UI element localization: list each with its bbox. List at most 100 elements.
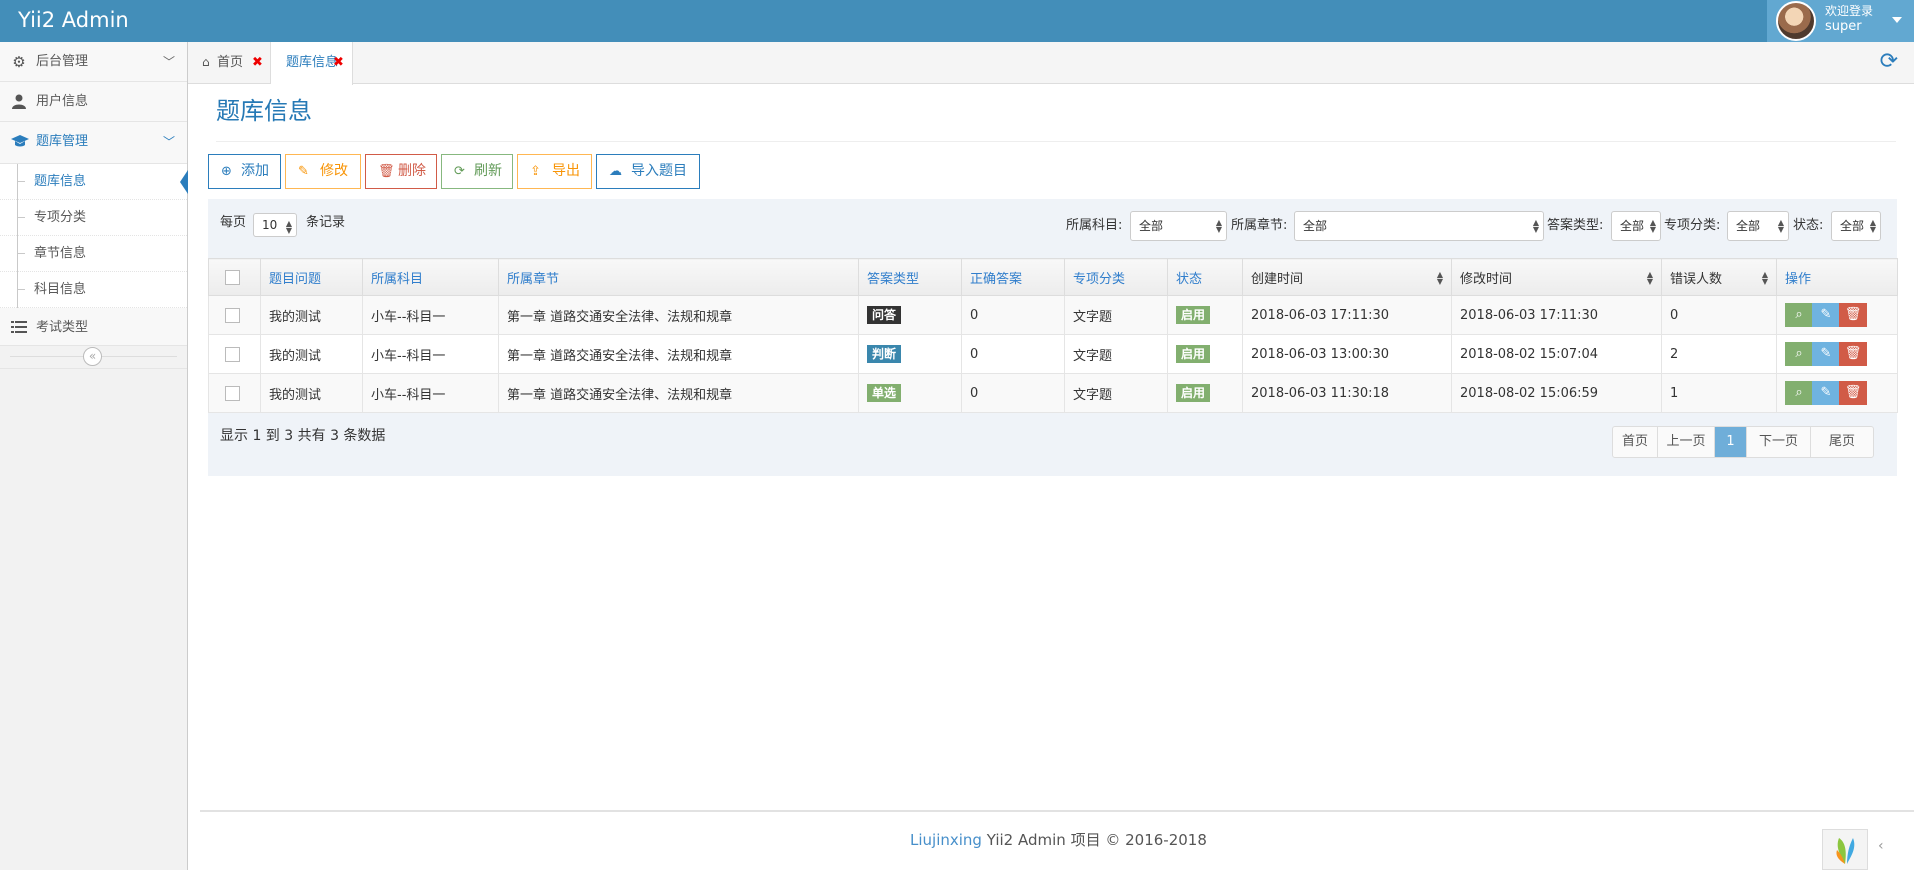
column-header[interactable]: 答案类型 bbox=[858, 258, 962, 296]
special-filter-label: 专项分类: bbox=[1664, 218, 1721, 233]
export-button[interactable]: ⇪ 导出 bbox=[517, 154, 592, 189]
row-checkbox[interactable] bbox=[225, 346, 240, 362]
subject-filter-label: 所属科目: bbox=[1066, 218, 1123, 233]
page-number-button[interactable]: 1 bbox=[1715, 427, 1747, 457]
cell-answer-type: 单选 bbox=[858, 373, 962, 413]
column-header-label: 错误人数 bbox=[1670, 271, 1723, 287]
column-header[interactable]: 正确答案 bbox=[961, 258, 1065, 296]
select-all-checkbox[interactable] bbox=[225, 269, 240, 285]
cell-correct-answer: 0 bbox=[961, 295, 1065, 335]
tab-label: 题库信息 bbox=[286, 55, 339, 70]
edit-button[interactable]: ✎ 修改 bbox=[285, 154, 361, 189]
cell-correct-answer: 0 bbox=[961, 373, 1065, 413]
sidebar-item-admin[interactable]: ⚙ 后台管理 ﹀ bbox=[0, 42, 187, 82]
cell-chapter: 第一章 道路交通安全法律、法规和规章 bbox=[498, 373, 859, 413]
user-menu[interactable]: 欢迎登录 super bbox=[1767, 0, 1914, 42]
table-row[interactable]: 我的测试 小车--科目一 第一章 道路交通安全法律、法规和规章 判断 0 文字题 启用 201… bbox=[208, 334, 1898, 374]
subject-filter-select[interactable]: 全部 ▲ ▼ bbox=[1130, 211, 1227, 241]
column-header-sortable[interactable]: 创建时间 ▲ ▼ bbox=[1242, 258, 1452, 296]
avatar[interactable] bbox=[1776, 1, 1816, 41]
tab-question-info[interactable]: 题库信息 ✖ bbox=[271, 42, 353, 85]
cell-modified: 2018-08-02 15:06:59 bbox=[1451, 373, 1662, 413]
cell-question: 我的测试 bbox=[260, 334, 363, 374]
cloud-upload-icon: ☁ bbox=[609, 164, 622, 179]
row-select-cell bbox=[208, 373, 261, 413]
delete-button[interactable]: 🗑 删除 bbox=[365, 154, 437, 189]
trash-icon[interactable]: 🗑 bbox=[1839, 303, 1867, 327]
chapter-filter-label: 所属章节: bbox=[1231, 218, 1288, 233]
submenu-label: 专项分类 bbox=[34, 210, 87, 225]
column-header-sortable[interactable]: 修改时间 ▲ ▼ bbox=[1451, 258, 1662, 296]
submenu-item-subject-info[interactable]: 科目信息 bbox=[0, 272, 187, 308]
trash-icon[interactable]: 🗑 bbox=[1839, 381, 1867, 405]
column-header[interactable]: 专项分类 bbox=[1064, 258, 1168, 296]
column-header[interactable]: 题目问题 bbox=[260, 258, 363, 296]
page-next-button[interactable]: 下一页 bbox=[1747, 427, 1811, 457]
trash-icon[interactable]: 🗑 bbox=[1839, 342, 1867, 366]
edit-icon[interactable]: ✎ bbox=[1812, 342, 1840, 366]
collapse-sidebar-button[interactable]: « bbox=[83, 347, 102, 366]
cell-chapter: 第一章 道路交通安全法律、法规和规章 bbox=[498, 295, 859, 335]
submenu-item-question-info[interactable]: 题库信息 bbox=[0, 164, 188, 200]
column-header[interactable]: 所属章节 bbox=[498, 258, 859, 296]
yii-logo[interactable] bbox=[1822, 829, 1868, 870]
table-row[interactable]: 我的测试 小车--科目一 第一章 道路交通安全法律、法规和规章 问答 0 文字题 启用 201… bbox=[208, 295, 1898, 335]
special-filter-select[interactable]: 全部 ▲ ▼ bbox=[1727, 211, 1789, 241]
per-page-select[interactable]: 10 ▲ ▼ bbox=[253, 213, 297, 237]
close-icon[interactable]: ✖ bbox=[333, 54, 344, 72]
column-header[interactable]: 状态 bbox=[1167, 258, 1243, 296]
tabs-bar: ⌂ 首页 ✖ 题库信息 ✖ ⟳ bbox=[188, 42, 1914, 85]
column-header[interactable]: 所属科目 bbox=[362, 258, 499, 296]
select-all-cell bbox=[208, 258, 261, 296]
sidebar-item-question-bank[interactable]: 题库管理 ﹀ bbox=[0, 122, 187, 164]
app-brand[interactable]: Yii2 Admin bbox=[18, 6, 129, 34]
row-checkbox[interactable] bbox=[225, 385, 240, 401]
footer-author-link[interactable]: Liujinxing bbox=[910, 831, 982, 849]
close-icon[interactable]: ✖ bbox=[252, 54, 263, 72]
chevron-down-icon: ﹀ bbox=[162, 55, 175, 69]
view-icon[interactable]: ⌕ bbox=[1785, 342, 1813, 366]
chevron-left-icon[interactable]: ‹ bbox=[1878, 838, 1884, 854]
add-button[interactable]: ⊕ 添加 bbox=[208, 154, 281, 189]
submenu-item-chapter-info[interactable]: 章节信息 bbox=[0, 236, 187, 272]
caret-down-icon[interactable] bbox=[1892, 17, 1902, 23]
refresh-button[interactable]: ⟳ 刷新 bbox=[441, 154, 513, 189]
cell-status: 启用 bbox=[1167, 373, 1243, 413]
button-label: 删除 bbox=[398, 163, 426, 179]
trash-icon: 🗑 bbox=[378, 164, 395, 179]
select-value: 全部 bbox=[1620, 219, 1645, 233]
refresh-icon[interactable]: ⟳ bbox=[1880, 50, 1898, 74]
cell-errors: 1 bbox=[1661, 373, 1777, 413]
chapter-filter-select[interactable]: 全部 ▲ ▼ bbox=[1294, 211, 1544, 241]
submenu-item-special-category[interactable]: 专项分类 bbox=[0, 200, 187, 236]
cell-answer-type: 判断 bbox=[858, 334, 962, 374]
page-prev-button[interactable]: 上一页 bbox=[1658, 427, 1715, 457]
sidebar-item-users[interactable]: 用户信息 bbox=[0, 82, 187, 122]
edit-icon: ✎ bbox=[298, 164, 309, 179]
import-questions-button[interactable]: ☁ 导入题目 bbox=[596, 154, 700, 189]
view-icon[interactable]: ⌕ bbox=[1785, 381, 1813, 405]
page-last-button[interactable]: 尾页 bbox=[1811, 427, 1873, 457]
row-checkbox[interactable] bbox=[225, 307, 240, 323]
status-filter-select[interactable]: 全部 ▲ ▼ bbox=[1831, 211, 1881, 241]
chevron-down-icon: ﹀ bbox=[162, 135, 175, 149]
sort-icon: ▲ ▼ bbox=[1646, 270, 1653, 286]
tab-home[interactable]: ⌂ 首页 ✖ bbox=[188, 42, 271, 84]
button-label: 导出 bbox=[552, 163, 580, 179]
edit-icon[interactable]: ✎ bbox=[1812, 381, 1840, 405]
divider bbox=[216, 141, 1896, 142]
edit-icon[interactable]: ✎ bbox=[1812, 303, 1840, 327]
cell-modified: 2018-06-03 17:11:30 bbox=[1451, 295, 1662, 335]
select-value: 全部 bbox=[1303, 219, 1328, 233]
cell-special: 文字题 bbox=[1064, 373, 1168, 413]
page-first-button[interactable]: 首页 bbox=[1613, 427, 1658, 457]
answer-type-filter-select[interactable]: 全部 ▲ ▼ bbox=[1611, 211, 1661, 241]
cell-created: 2018-06-03 11:30:18 bbox=[1242, 373, 1452, 413]
view-icon[interactable]: ⌕ bbox=[1785, 303, 1813, 327]
column-header-sortable[interactable]: 错误人数 ▲ ▼ bbox=[1661, 258, 1777, 296]
tab-label: 首页 bbox=[217, 55, 244, 70]
page-title: 题库信息 bbox=[216, 97, 312, 125]
user-icon bbox=[11, 94, 27, 110]
table-row[interactable]: 我的测试 小车--科目一 第一章 道路交通安全法律、法规和规章 单选 0 文字题 启用 201… bbox=[208, 373, 1898, 413]
sidebar-item-exam-type[interactable]: 考试类型 bbox=[0, 308, 187, 346]
